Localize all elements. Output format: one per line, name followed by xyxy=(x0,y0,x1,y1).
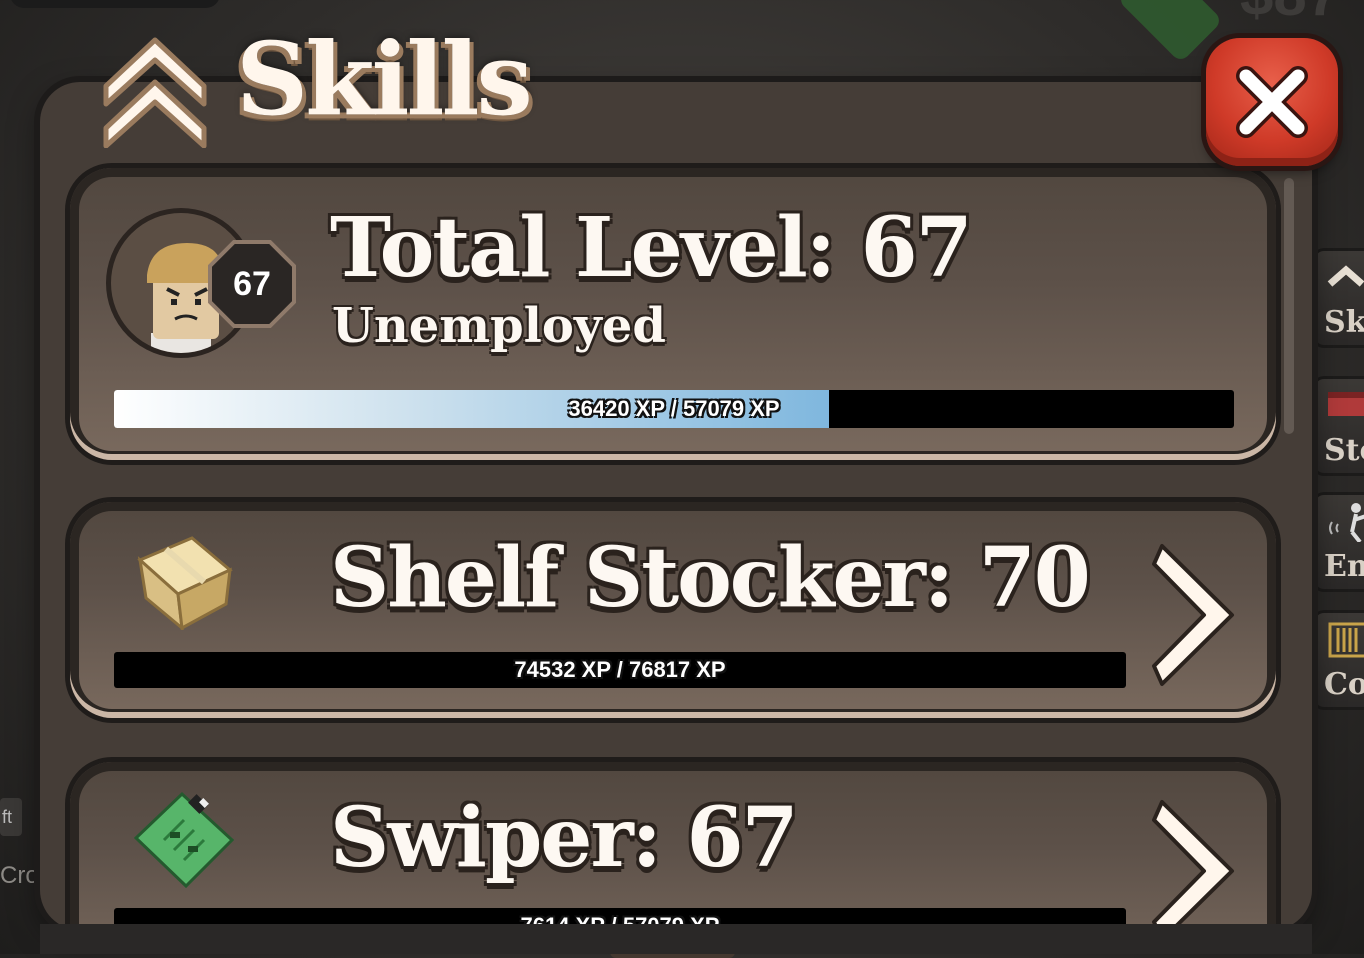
circuit-board-icon xyxy=(134,791,234,889)
shop-icon xyxy=(1328,392,1364,416)
side-menu-emotes[interactable]: Emotes xyxy=(1312,492,1364,592)
chevron-up-icon xyxy=(1327,265,1364,287)
cash-icon xyxy=(1116,0,1224,64)
shelf-stocker-xp-text: 74532 XP / 76817 XP xyxy=(514,657,726,682)
top-bar-background xyxy=(10,0,220,8)
side-menu-label: Store xyxy=(1324,433,1364,468)
side-menu-skills[interactable]: Skills xyxy=(1312,248,1364,348)
close-icon xyxy=(1236,66,1308,138)
total-level-title: Total Level: 67 xyxy=(330,200,973,296)
barcode-icon xyxy=(1328,622,1364,658)
dance-icon xyxy=(1329,503,1364,542)
side-menu-label: Skills xyxy=(1324,305,1364,340)
side-menu-store[interactable]: Store xyxy=(1312,376,1364,476)
scrollbar[interactable] xyxy=(1284,178,1294,434)
job-title: Unemployed xyxy=(332,298,666,354)
chevron-up-icon xyxy=(103,37,207,148)
side-menu-codes[interactable]: Codes xyxy=(1312,610,1364,710)
close-button[interactable] xyxy=(1206,38,1338,166)
cardboard-box-icon xyxy=(137,536,233,630)
left-hud-chip: ft xyxy=(0,798,22,836)
level-badge: 67 xyxy=(208,240,296,328)
total-xp-bar: 36420 XP / 57079 XP xyxy=(114,390,1234,428)
left-hud-text: Cro xyxy=(0,862,39,889)
shelf-stocker-xp-bar: 74532 XP / 76817 XP xyxy=(114,652,1126,688)
level-badge-value: 67 xyxy=(233,264,271,303)
cash-amount-background: $87 xyxy=(1240,0,1340,29)
skill-title-shelf-stocker: Shelf Stocker: 70 xyxy=(330,530,1091,626)
panel-bottom-edge xyxy=(40,924,1312,954)
side-menu-label: Emotes xyxy=(1324,549,1364,584)
total-xp-text: 36420 XP / 57079 XP xyxy=(568,396,780,421)
side-menu-label: Codes xyxy=(1324,667,1364,702)
page-title: Skills xyxy=(236,20,533,138)
chevron-right-icon[interactable] xyxy=(1148,540,1238,690)
skill-title-swiper: Swiper: 67 xyxy=(330,790,799,886)
